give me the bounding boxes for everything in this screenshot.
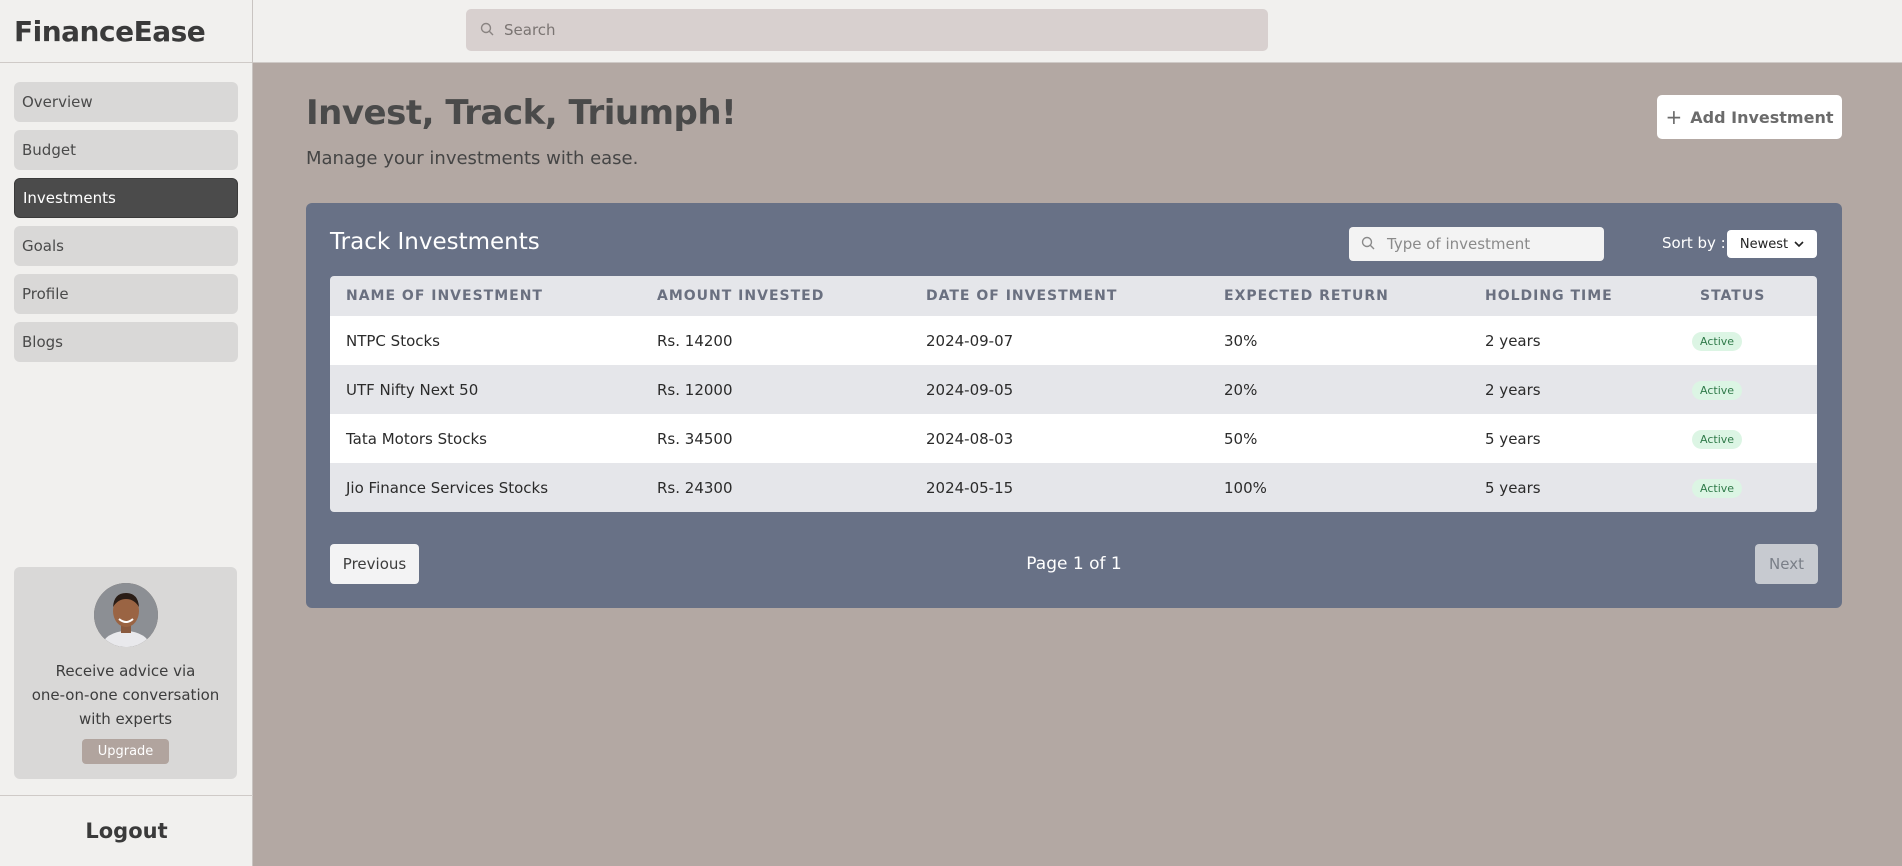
cell-amount: Rs. 14200 [657, 331, 733, 350]
cell-status: Active [1684, 478, 1817, 498]
table-row[interactable]: Jio Finance Services Stocks Rs. 24300 20… [330, 463, 1817, 512]
brand-logo: FinanceEase [0, 0, 252, 63]
sidebar: FinanceEase Overview Budget Investments … [0, 0, 253, 866]
cell-return: 20% [1224, 380, 1258, 399]
logout-area: Logout [0, 795, 253, 866]
cell-status: Active [1684, 429, 1817, 449]
cell-return: 30% [1224, 331, 1258, 350]
cell-status: Active [1684, 380, 1817, 400]
search-icon [1361, 235, 1375, 254]
panel-title: Track Investments [330, 229, 540, 255]
column-header: EXPECTED RETURN [1224, 288, 1389, 304]
sidebar-item-overview[interactable]: Overview [14, 82, 238, 122]
chevron-down-icon [1794, 238, 1804, 251]
sidebar-item-goals[interactable]: Goals [14, 226, 238, 266]
cell-amount: Rs. 24300 [657, 478, 733, 497]
status-badge: Active [1692, 331, 1743, 351]
track-investments-panel: Track Investments Type of investment Sor… [306, 203, 1842, 608]
sidebar-item-budget[interactable]: Budget [14, 130, 238, 170]
sidebar-item-profile[interactable]: Profile [14, 274, 238, 314]
sidebar-item-investments[interactable]: Investments [14, 178, 238, 218]
sidebar-item-blogs[interactable]: Blogs [14, 322, 238, 362]
promo-line: with experts [78, 710, 173, 728]
cell-name: Jio Finance Services Stocks [346, 478, 549, 497]
add-investment-button[interactable]: + Add Investment [1657, 95, 1842, 139]
cell-holding: 2 years [1485, 331, 1541, 350]
table-row[interactable]: NTPC Stocks Rs. 14200 2024-09-07 30% 2 y… [330, 316, 1817, 365]
page-indicator: Page 1 of 1 [1026, 554, 1122, 574]
status-badge: Active [1692, 380, 1743, 400]
promo-text: Receive advice via one-on-one conversati… [14, 659, 237, 731]
search-placeholder: Search [504, 21, 556, 39]
table-header: NAME OF INVESTMENT AMOUNT INVESTED DATE … [330, 276, 1817, 316]
cell-holding: 5 years [1485, 429, 1541, 448]
sort-label: Sort by : [1662, 234, 1726, 252]
investments-table: NAME OF INVESTMENT AMOUNT INVESTED DATE … [330, 276, 1817, 512]
promo-line: one-on-one conversation [31, 686, 220, 704]
cell-date: 2024-05-15 [926, 478, 1014, 497]
investment-type-filter-input[interactable]: Type of investment [1349, 227, 1604, 261]
table-row[interactable]: UTF Nifty Next 50 Rs. 12000 2024-09-05 2… [330, 365, 1817, 414]
status-badge: Active [1692, 478, 1743, 498]
cell-amount: Rs. 12000 [657, 380, 733, 399]
cell-date: 2024-08-03 [926, 429, 1014, 448]
sort-value: Newest [1739, 236, 1789, 252]
cell-name: UTF Nifty Next 50 [346, 380, 479, 399]
search-icon [480, 21, 494, 40]
cell-holding: 2 years [1485, 380, 1541, 399]
cell-status: Active [1684, 331, 1817, 351]
promo-line: Receive advice via [55, 662, 196, 680]
table-row[interactable]: Tata Motors Stocks Rs. 34500 2024-08-03 … [330, 414, 1817, 463]
cell-name: NTPC Stocks [346, 331, 440, 350]
top-bar: Search [253, 0, 1902, 63]
column-header: NAME OF INVESTMENT [346, 288, 543, 304]
sidebar-nav: Overview Budget Investments Goals Profil… [0, 63, 252, 362]
cell-date: 2024-09-07 [926, 331, 1014, 350]
column-header: HOLDING TIME [1485, 288, 1613, 304]
filter-placeholder: Type of investment [1387, 235, 1531, 253]
cell-holding: 5 years [1485, 478, 1541, 497]
sort-dropdown[interactable]: Newest [1727, 230, 1817, 258]
upgrade-button[interactable]: Upgrade [81, 739, 170, 764]
logout-button[interactable]: Logout [85, 819, 167, 843]
add-investment-label: Add Investment [1690, 107, 1834, 127]
search-input[interactable]: Search [466, 9, 1268, 51]
upgrade-promo-card: Receive advice via one-on-one conversati… [14, 567, 237, 779]
cell-return: 100% [1224, 478, 1267, 497]
column-header: DATE OF INVESTMENT [926, 288, 1118, 304]
cell-amount: Rs. 34500 [657, 429, 733, 448]
status-badge: Active [1692, 429, 1743, 449]
cell-return: 50% [1224, 429, 1258, 448]
cell-name: Tata Motors Stocks [346, 429, 487, 448]
next-page-button[interactable]: Next [1755, 544, 1818, 584]
main-content: Invest, Track, Triumph! Manage your inve… [253, 63, 1902, 866]
page-subtitle: Manage your investments with ease. [306, 148, 639, 169]
page-title: Invest, Track, Triumph! [306, 93, 737, 133]
cell-date: 2024-09-05 [926, 380, 1014, 399]
column-header: STATUS [1700, 288, 1766, 304]
plus-icon: + [1665, 105, 1683, 129]
column-header: AMOUNT INVESTED [657, 288, 825, 304]
avatar [93, 583, 158, 647]
